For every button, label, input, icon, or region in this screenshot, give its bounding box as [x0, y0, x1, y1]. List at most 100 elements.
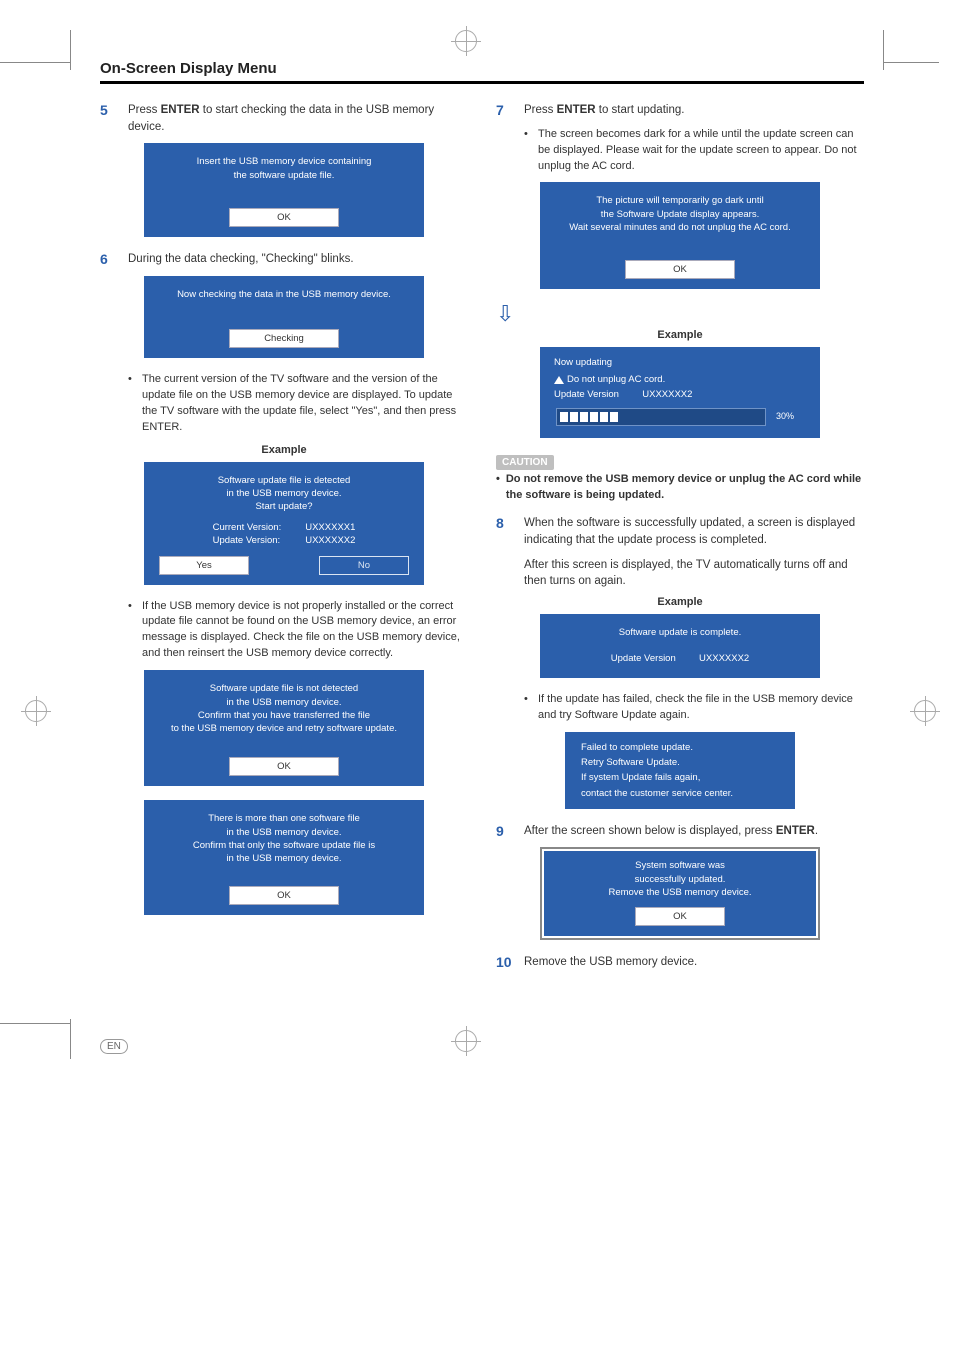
step-number: 9 — [496, 823, 514, 840]
dialog-checking: Now checking the data in the USB memory … — [144, 276, 424, 358]
page-language-badge: EN — [100, 1039, 128, 1054]
no-button[interactable]: No — [319, 556, 409, 575]
text: contact the customer service center. — [581, 788, 733, 799]
step-text: Press ENTER to start checking the data i… — [128, 102, 468, 135]
dialog-text: Software update file is not detected in … — [152, 682, 416, 735]
caution-block: CAUTION • Do not remove the USB memory d… — [496, 452, 864, 503]
ok-button[interactable]: OK — [635, 907, 725, 926]
example-label: Example — [100, 444, 468, 456]
text: . — [179, 421, 182, 433]
dialog-text: Insert the USB memory device containing … — [152, 155, 416, 182]
text: Software update file is not detected — [210, 683, 358, 694]
dialog-text: Now checking the data in the USB memory … — [152, 288, 416, 301]
text: The picture will temporarily go dark unt… — [596, 195, 763, 206]
text: If system Update fails again, — [581, 772, 700, 783]
bullet-icon: • — [128, 599, 136, 663]
ok-button[interactable]: OK — [229, 886, 339, 905]
label: Update Version — [611, 653, 676, 664]
text: Do not unplug AC cord. — [567, 374, 665, 385]
text: Confirm that you have transferred the fi… — [198, 710, 370, 721]
do-not-unplug-row: Do not unplug AC cord. — [554, 374, 806, 385]
step-text: Remove the USB memory device. — [524, 954, 697, 971]
bullet-icon: • — [524, 127, 532, 175]
text: Retry Software Update. — [581, 757, 680, 768]
label: Update Version — [554, 389, 619, 400]
dialog-success-framed: System software was successfully updated… — [540, 847, 820, 940]
step-8-continued: After this screen is displayed, the TV a… — [524, 557, 864, 590]
step-number: 10 — [496, 954, 514, 971]
example-label: Example — [496, 329, 864, 341]
dialog-go-dark: The picture will temporarily go dark unt… — [540, 182, 820, 289]
value: UXXXXXX2 — [642, 389, 692, 400]
progress-bar — [556, 408, 766, 426]
bullet: • If the update has failed, check the fi… — [524, 692, 864, 724]
step-10: 10 Remove the USB memory device. — [496, 954, 864, 971]
ok-button[interactable]: OK — [625, 260, 735, 279]
example-label: Example — [496, 596, 864, 608]
text: Wait several minutes and do not unplug t… — [569, 222, 790, 233]
value: UXXXXXX2 — [699, 653, 749, 664]
dialog-text: The picture will temporarily go dark unt… — [548, 194, 812, 234]
step-number: 8 — [496, 515, 514, 548]
text: in the USB memory device. — [226, 853, 341, 864]
version-row: Update Version UXXXXXX2 — [554, 389, 806, 400]
registration-mark-icon — [914, 700, 936, 722]
step-8: 8 When the software is successfully upda… — [496, 515, 864, 548]
step-text: After the screen shown below is displaye… — [524, 823, 818, 840]
caution-text: Do not remove the USB memory device or u… — [506, 472, 864, 503]
ok-button[interactable]: OK — [229, 208, 339, 227]
text: the Software Update display appears. — [601, 209, 759, 220]
dialog-text: System software was successfully updated… — [552, 859, 808, 899]
step-text: During the data checking, "Checking" bli… — [128, 251, 354, 268]
text: in the USB memory device. — [226, 488, 341, 499]
text: Start update? — [255, 501, 312, 512]
text: . — [815, 825, 818, 837]
yes-button[interactable]: Yes — [159, 556, 249, 575]
value: UXXXXXX2 — [305, 535, 355, 546]
bullet-text: The screen becomes dark for a while unti… — [538, 127, 864, 175]
bullet-icon: • — [128, 372, 136, 436]
text: Press — [128, 104, 161, 116]
dialog-text: There is more than one software file in … — [152, 812, 416, 865]
text: The current version of the TV software a… — [142, 373, 456, 417]
warning-icon — [554, 376, 564, 384]
version-grid: Current Version: UXXXXXX1 Update Version… — [152, 522, 416, 546]
dialog-text: Software update file is detected in the … — [152, 474, 416, 514]
step-number: 6 — [100, 251, 118, 268]
version-row: Update Version UXXXXXX2 — [548, 653, 812, 664]
dialog-now-updating: Now updating Do not unplug AC cord. Upda… — [540, 347, 820, 438]
registration-mark-icon — [455, 1030, 477, 1052]
text-bold: ENTER — [142, 421, 179, 433]
bullet-icon: • — [524, 692, 532, 724]
text-bold: ENTER — [557, 104, 596, 116]
bullet-text: The current version of the TV software a… — [142, 372, 468, 436]
text: EN — [107, 1041, 121, 1052]
value: UXXXXXX1 — [305, 522, 355, 533]
registration-mark-icon — [25, 700, 47, 722]
arrow-down-icon: ⇩ — [496, 303, 864, 325]
progress-row: 30% — [548, 408, 812, 430]
text: Software update file is detected — [218, 475, 351, 486]
bullet-text: If the USB memory device is not properly… — [142, 599, 468, 663]
text: After the screen shown below is displaye… — [524, 825, 776, 837]
text-bold: ENTER — [776, 825, 815, 837]
registration-mark-icon — [455, 30, 477, 52]
caution-tag: CAUTION — [496, 455, 554, 470]
dialog-text: Software update is complete. — [548, 626, 812, 639]
text: in the USB memory device. — [226, 697, 341, 708]
page-title: On-Screen Display Menu — [100, 60, 864, 77]
text: the software update file. — [234, 170, 335, 181]
bullet: • If the USB memory device is not proper… — [128, 599, 468, 663]
step-5: 5 Press ENTER to start checking the data… — [100, 102, 468, 135]
now-updating-label: Now updating — [554, 357, 806, 368]
text: to start updating. — [596, 104, 685, 116]
progress-percent: 30% — [776, 411, 804, 423]
title-rule — [100, 81, 864, 84]
text: Remove the USB memory device. — [608, 887, 751, 898]
bullet: • The current version of the TV software… — [128, 372, 468, 436]
ok-button[interactable]: OK — [229, 757, 339, 776]
text: in the USB memory device. — [226, 827, 341, 838]
text: Insert the USB memory device containing — [197, 156, 372, 167]
text: There is more than one software file — [208, 813, 360, 824]
text-bold: ENTER — [161, 104, 200, 116]
